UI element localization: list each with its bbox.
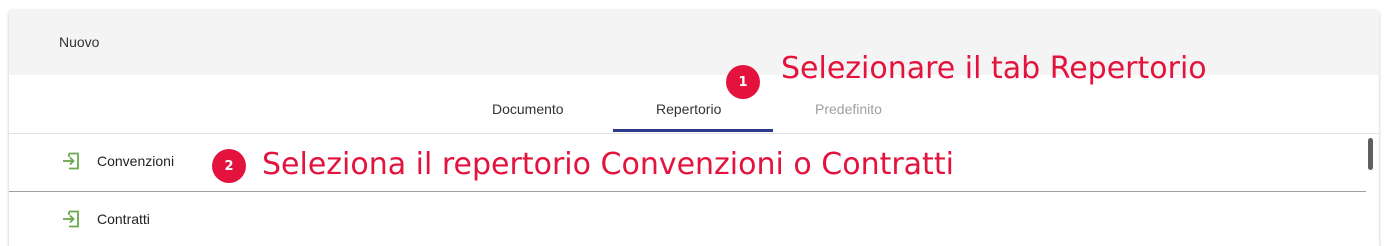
- list-item-label: Convenzioni: [97, 153, 175, 169]
- scrollbar-thumb[interactable]: [1368, 138, 1373, 170]
- enter-arrow-icon: [62, 152, 80, 170]
- step-badge-2: 2: [212, 149, 246, 183]
- active-tab-indicator: [613, 129, 773, 132]
- enter-arrow-icon: [62, 210, 80, 228]
- list-item-label: Contratti: [97, 211, 150, 227]
- callout-select-repertorio: Seleziona il repertorio Convenzioni o Co…: [262, 147, 954, 182]
- step-badge-1: 1: [726, 65, 760, 99]
- tab-repertorio[interactable]: Repertorio: [656, 101, 721, 117]
- tab-predefinito: Predefinito: [815, 101, 882, 117]
- panel-title: Nuovo: [59, 34, 100, 50]
- list-item-contratti[interactable]: Contratti: [9, 192, 1366, 246]
- new-dialog-panel: Nuovo Documento Repertorio Predefinito C…: [9, 10, 1379, 246]
- callout-select-tab: Selezionare il tab Repertorio: [781, 51, 1207, 86]
- tab-documento[interactable]: Documento: [492, 101, 564, 117]
